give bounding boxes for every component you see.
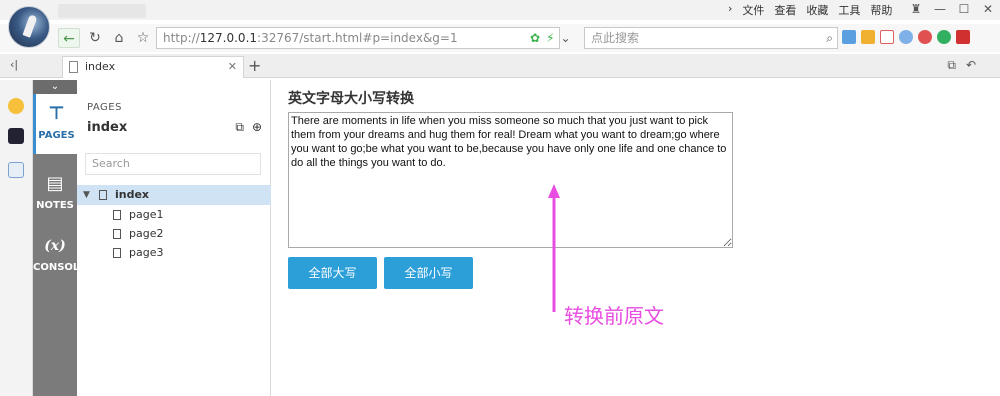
page-icon: [99, 190, 107, 200]
lightning-icon[interactable]: ⚡: [546, 31, 554, 45]
tree-item-page3[interactable]: page3: [77, 243, 271, 263]
address-icons: ✿ ⚡ ⌄: [530, 31, 571, 45]
address-host: 127.0.0.1: [199, 31, 258, 45]
tree-item-label: index: [115, 188, 150, 201]
menu-favorites[interactable]: 收藏: [806, 2, 828, 18]
annotation-arrow: [548, 184, 560, 312]
annotation-arrow-head: [548, 184, 560, 198]
tab-label: index: [85, 60, 116, 73]
tab-index[interactable]: index ✕: [62, 56, 244, 78]
annotation-text: 转换前原文: [564, 304, 664, 328]
menu-view[interactable]: 查看: [774, 2, 796, 18]
pdf-icon[interactable]: [880, 30, 894, 44]
window-controls: ♜ — ☐ ✕: [904, 0, 1000, 18]
search-input[interactable]: 点此搜索 ⌕: [584, 27, 838, 49]
star-icon[interactable]: [8, 98, 24, 114]
browser-side-rail: [0, 80, 33, 396]
restore-tabs-icon[interactable]: ⧉: [947, 58, 956, 73]
tree-item-label: page2: [129, 227, 164, 240]
reader-icon[interactable]: [956, 30, 970, 44]
tree-item-page2[interactable]: page2: [77, 224, 271, 244]
page-icon: [113, 210, 121, 220]
panel-actions: ⧉ ⊕: [235, 120, 262, 135]
sidebar-toggle-icon[interactable]: ‹|: [10, 58, 18, 71]
panel-title: index: [87, 120, 128, 135]
wechat-icon[interactable]: [937, 30, 951, 44]
menu-bar: › 文件 查看 收藏 工具 帮助: [728, 2, 892, 18]
navigation-bar: ← ↻ ⌂ ☆ http://127.0.0.1:32767/start.htm…: [0, 24, 1000, 52]
search-icon[interactable]: ⌕: [826, 28, 833, 48]
title-bar: › 文件 查看 收藏 工具 帮助 ♜ — ☐ ✕: [0, 0, 1000, 20]
undo-close-icon[interactable]: ↶: [966, 58, 976, 73]
tool-console[interactable]: (x) CONSOLE: [33, 226, 86, 286]
extension-icons: [842, 30, 970, 44]
tab-tools: ⧉ ↶: [947, 58, 976, 73]
search-placeholder: 点此搜索: [591, 31, 640, 45]
avatar[interactable]: [8, 6, 50, 48]
sidebar-toolstrip: ⌄ ⊤ PAGES ▤ NOTES (x) CONSOLE: [33, 80, 86, 396]
tool-pages[interactable]: ⊤ PAGES: [33, 94, 77, 154]
tool-notes-label: NOTES: [36, 200, 74, 211]
refresh-button[interactable]: ↻: [84, 28, 106, 48]
open-external-icon[interactable]: ⧉: [235, 120, 244, 135]
extension-icon[interactable]: [861, 30, 875, 44]
page-icon: [113, 248, 121, 258]
notes-icon: ▤: [46, 173, 64, 194]
security-icon[interactable]: ✿: [530, 31, 540, 45]
news-icon[interactable]: [8, 128, 24, 144]
expand-arrow-icon[interactable]: ▼: [83, 185, 90, 205]
pages-panel: PAGES index ⧉ ⊕ Search ▼ index page1 pag…: [77, 80, 271, 396]
collapse-chevron-icon[interactable]: ⌄: [33, 80, 77, 94]
close-window-button[interactable]: ✕: [976, 0, 1000, 18]
zoom-icon[interactable]: [899, 30, 913, 44]
pages-search-input[interactable]: Search: [85, 153, 261, 175]
main-content: 英文字母大小写转换 There are moments in life when…: [272, 80, 1000, 396]
locate-icon[interactable]: ⊕: [252, 120, 262, 135]
notes-app-icon[interactable]: [8, 162, 24, 178]
home-button[interactable]: ⌂: [108, 28, 130, 48]
panel-label: PAGES: [87, 102, 122, 113]
tree-item-label: page1: [129, 208, 164, 221]
tool-notes[interactable]: ▤ NOTES: [33, 164, 77, 224]
record-icon[interactable]: [918, 30, 932, 44]
document-icon: [69, 61, 78, 73]
favorite-star-button[interactable]: ☆: [132, 28, 154, 48]
back-button[interactable]: ←: [58, 28, 80, 48]
minimize-button[interactable]: —: [928, 0, 952, 18]
address-prefix: http://: [163, 31, 200, 45]
user-name-blurred: [58, 4, 146, 18]
menu-tools[interactable]: 工具: [838, 2, 860, 18]
page-icon: [113, 229, 121, 239]
tree-item-label: page3: [129, 246, 164, 259]
shirt-icon[interactable]: ♜: [904, 0, 928, 18]
menu-arrow-icon[interactable]: ›: [728, 2, 732, 18]
menu-help[interactable]: 帮助: [870, 2, 892, 18]
chevron-down-icon[interactable]: ⌄: [561, 31, 571, 45]
sitemap-icon: ⊤: [48, 103, 65, 124]
tool-pages-label: PAGES: [38, 130, 75, 141]
address-bar[interactable]: http://127.0.0.1:32767/start.html#p=inde…: [156, 27, 560, 49]
address-rest: :32767/start.html#p=index&g=1: [257, 31, 458, 45]
pages-search-placeholder: Search: [92, 157, 130, 170]
new-tab-button[interactable]: +: [248, 56, 261, 75]
tree-item-page1[interactable]: page1: [77, 205, 271, 225]
tree-item-index[interactable]: ▼ index: [77, 185, 271, 205]
close-tab-icon[interactable]: ✕: [228, 57, 237, 77]
menu-file[interactable]: 文件: [742, 2, 764, 18]
variable-icon: (x): [44, 238, 66, 254]
maximize-button[interactable]: ☐: [952, 0, 976, 18]
tab-bar: ‹| index ✕ + ⧉ ↶: [0, 54, 1000, 78]
apps-icon[interactable]: [842, 30, 856, 44]
